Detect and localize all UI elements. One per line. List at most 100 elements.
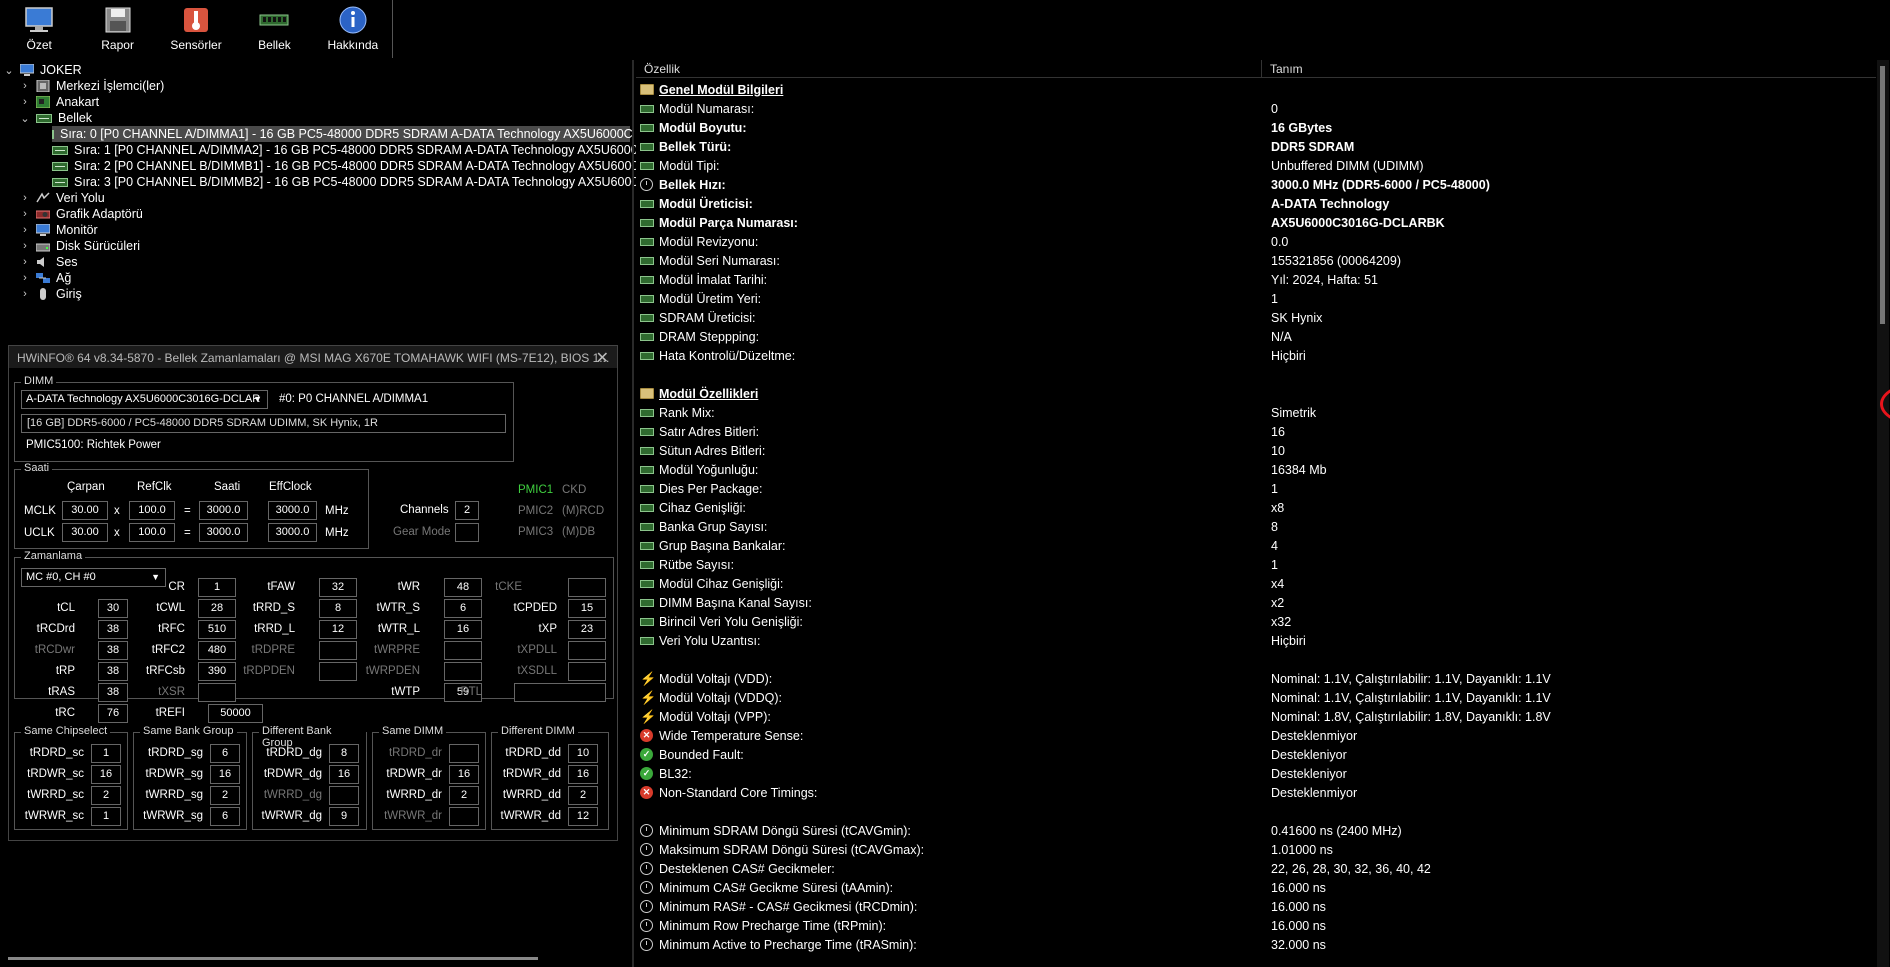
chevron-down-icon[interactable]: ⌄ <box>4 64 14 77</box>
tree-item-input[interactable]: › Giriş <box>20 286 82 302</box>
property-row[interactable]: ⚡ Modül Voltajı (VDD): Nominal: 1.1V, Çalı… <box>636 669 1876 688</box>
property-row[interactable]: DIMM Başına Kanal Sayısı: x2 <box>636 593 1876 612</box>
timing-value-rtl <box>514 683 606 702</box>
tree-item-network[interactable]: › Ağ <box>20 270 71 286</box>
property-label: Modül İmalat Tarihi: <box>659 272 768 287</box>
property-row[interactable]: Modül Yoğunluğu: 16384 Mb <box>636 460 1876 479</box>
subgroup-value <box>449 807 479 826</box>
property-row[interactable]: SDRAM Üreticisi: SK Hynix <box>636 308 1876 327</box>
chevron-right-icon[interactable]: › <box>20 192 30 204</box>
property-row[interactable]: Birincil Veri Yolu Genişliği: x32 <box>636 612 1876 631</box>
close-icon[interactable]: ✕ <box>596 348 609 368</box>
summary-button[interactable]: Özet <box>0 0 78 58</box>
tree-item-dimm-2[interactable]: Sıra: 2 [P0 CHANNEL B/DIMMB1] - 16 GB PC… <box>52 158 647 174</box>
dimm-description: [16 GB] DDR5-6000 / PC5-48000 DDR5 SDRAM… <box>21 414 506 433</box>
chevron-down-icon[interactable]: ⌄ <box>20 112 30 125</box>
property-row[interactable]: DRAM Steppping: N/A <box>636 327 1876 346</box>
tree-item-dimm-3[interactable]: Sıra: 3 [P0 CHANNEL B/DIMMB2] - 16 GB PC… <box>52 174 647 190</box>
tree-item-dimm-0[interactable]: Sıra: 0 [P0 CHANNEL A/DIMMA1] - 16 GB PC… <box>52 126 633 142</box>
pmic2-label: PMIC2 <box>518 505 554 517</box>
property-row[interactable]: ✕ Non-Standard Core Timings: Desteklenmiyo… <box>636 783 1876 802</box>
property-value: 8 <box>1271 519 1278 534</box>
property-row[interactable]: Modül Numarası: 0 <box>636 99 1876 118</box>
column-property[interactable]: Özellik <box>636 60 1262 77</box>
property-row[interactable] <box>636 650 1876 669</box>
timing-label-rtl: RTL <box>460 686 482 698</box>
property-row[interactable]: Banka Grup Sayısı: 8 <box>636 517 1876 536</box>
tree-root[interactable]: ⌄ JOKER <box>4 62 81 78</box>
tree-item-motherboard[interactable]: › Anakart <box>20 94 99 110</box>
property-cell: Satır Adres Bitleri: <box>640 425 759 439</box>
property-row[interactable]: ⚡ Modül Voltajı (VPP): Nominal: 1.8V, Çalı… <box>636 707 1876 726</box>
property-value: 32.000 ns <box>1271 937 1326 952</box>
property-row[interactable]: Modül Tipi: Unbuffered DIMM (UDIMM) <box>636 156 1876 175</box>
memory-controller-select[interactable]: MC #0, CH #0 ▼ <box>21 568 166 587</box>
property-row[interactable]: Modül Üreticisi: A-DATA Technology <box>636 194 1876 213</box>
property-row[interactable]: Modül Üretim Yeri: 1 <box>636 289 1876 308</box>
tree-item-label: Sıra: 2 [P0 CHANNEL B/DIMMB1] - 16 GB PC… <box>74 159 648 173</box>
property-row[interactable]: Bellek Hızı: 3000.0 MHz (DDR5-6000 / PC5-… <box>636 175 1876 194</box>
property-row[interactable] <box>636 802 1876 821</box>
chevron-right-icon[interactable]: › <box>20 288 30 300</box>
property-row[interactable]: Modül Özellikleri <box>636 384 1876 403</box>
tree-item-disks[interactable]: › Disk Sürücüleri <box>20 238 140 254</box>
property-row[interactable]: Modül Boyutu: 16 GBytes <box>636 118 1876 137</box>
chevron-right-icon[interactable]: › <box>20 96 30 108</box>
vertical-scrollbar[interactable] <box>1877 60 1889 967</box>
property-row[interactable]: Cihaz Genişliği: x8 <box>636 498 1876 517</box>
property-row[interactable]: Dies Per Package: 1 <box>636 479 1876 498</box>
property-row[interactable]: Maksimum SDRAM Döngü Süresi (tCAVGmax): 1… <box>636 840 1876 859</box>
tree-item-monitor[interactable]: › Monitör <box>20 222 98 238</box>
property-row[interactable]: ✕ Wide Temperature Sense: Desteklenmiyor <box>636 726 1876 745</box>
property-row[interactable]: Bellek Türü: DDR5 SDRAM <box>636 137 1876 156</box>
chevron-right-icon[interactable]: › <box>20 208 30 220</box>
horizontal-scrollbar[interactable] <box>8 957 538 960</box>
memory-label: Bellek <box>258 38 291 52</box>
property-row[interactable]: Minimum SDRAM Döngü Süresi (tCAVGmin): 0.… <box>636 821 1876 840</box>
property-row[interactable]: Rank Mix: Simetrik <box>636 403 1876 422</box>
clock-icon <box>640 938 653 951</box>
property-row[interactable]: ⚡ Modül Voltajı (VDDQ): Nominal: 1.1V, Çal… <box>636 688 1876 707</box>
property-row[interactable]: Satır Adres Bitleri: 16 <box>636 422 1876 441</box>
property-row[interactable]: Sütun Adres Bitleri: 10 <box>636 441 1876 460</box>
property-row[interactable]: Desteklenen CAS# Gecikmeler: 22, 26, 28, … <box>636 859 1876 878</box>
property-row[interactable]: Minimum RAS# - CAS# Gecikmesi (tRCDmin):… <box>636 897 1876 916</box>
property-row[interactable]: Hata Kontrolü/Düzeltme: Hiçbiri <box>636 346 1876 365</box>
tree-item-audio[interactable]: › Ses <box>20 254 77 270</box>
scroll-thumb[interactable] <box>1880 66 1885 324</box>
tree-item-gpu[interactable]: › Grafik Adaptörü <box>20 206 143 222</box>
column-value[interactable]: Tanım <box>1262 60 1311 77</box>
property-row[interactable]: Veri Yolu Uzantısı: Hiçbiri <box>636 631 1876 650</box>
property-row[interactable]: Modül Revizyonu: 0.0 <box>636 232 1876 251</box>
property-row[interactable]: Modül Seri Numarası: 155321856 (00064209) <box>636 251 1876 270</box>
chevron-right-icon[interactable]: › <box>20 80 30 92</box>
property-row[interactable]: Minimum Active to Precharge Time (tRASmi… <box>636 935 1876 954</box>
tree-item-memory[interactable]: ⌄ Bellek <box>20 110 92 126</box>
property-row[interactable]: Modül Parça Numarası: AX5U6000C3016G-DCLA… <box>636 213 1876 232</box>
dimm-select[interactable]: A-DATA Technology AX5U6000C3016G-DCLAR ▼ <box>21 390 268 409</box>
chevron-right-icon[interactable]: › <box>20 256 30 268</box>
property-cell: ✓ Bounded Fault: <box>640 748 744 762</box>
chevron-right-icon[interactable]: › <box>20 272 30 284</box>
property-row[interactable]: ✓ BL32: Destekleniyor <box>636 764 1876 783</box>
memory-button[interactable]: Bellek <box>235 0 313 58</box>
subgroup-label: tWRWR_dd <box>500 810 562 822</box>
tree-item-bus[interactable]: › Veri Yolu <box>20 190 105 206</box>
property-row[interactable]: Modül İmalat Tarihi: Yıl: 2024, Hafta: 51 <box>636 270 1876 289</box>
property-row[interactable]: Minimum Row Precharge Time (tRPmin): 16.0… <box>636 916 1876 935</box>
property-row[interactable]: ✓ Bounded Fault: Destekleniyor <box>636 745 1876 764</box>
sensors-button[interactable]: Sensörler <box>157 0 235 58</box>
property-row[interactable]: Minimum CAS# Gecikme Süresi (tAAmin): 16.… <box>636 878 1876 897</box>
property-row[interactable]: Genel Modül Bilgileri <box>636 80 1876 99</box>
chevron-right-icon[interactable]: › <box>20 240 30 252</box>
pane-splitter[interactable] <box>632 60 634 967</box>
tree-item-dimm-1[interactable]: Sıra: 1 [P0 CHANNEL A/DIMMA2] - 16 GB PC… <box>52 142 647 158</box>
property-row[interactable]: Modül Cihaz Genişliği: x4 <box>636 574 1876 593</box>
about-button[interactable]: Hakkında <box>314 0 392 58</box>
chevron-right-icon[interactable]: › <box>20 224 30 236</box>
property-row[interactable]: Grup Başına Bankalar: 4 <box>636 536 1876 555</box>
property-row[interactable] <box>636 365 1876 384</box>
report-button[interactable]: Rapor <box>78 0 156 58</box>
tree-item-cpu[interactable]: › Merkezi İşlemci(ler) <box>20 78 164 94</box>
property-row[interactable]: Rütbe Sayısı: 1 <box>636 555 1876 574</box>
